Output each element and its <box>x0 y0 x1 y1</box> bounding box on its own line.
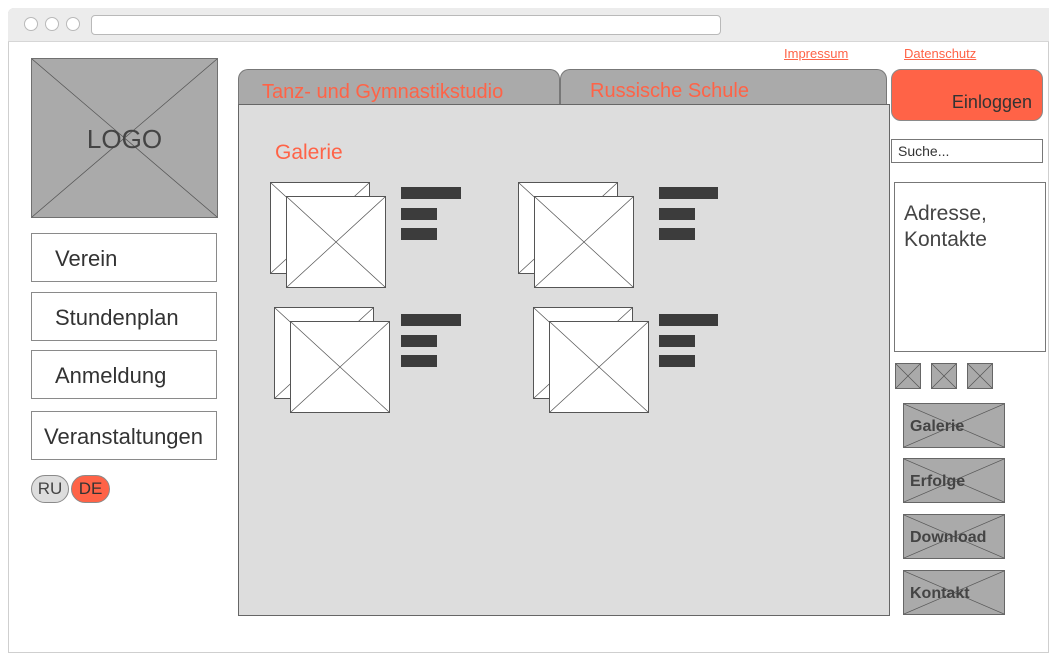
nav-stundenplan[interactable]: Stundenplan <box>31 292 217 341</box>
text-line-placeholder <box>659 335 695 347</box>
text-line-placeholder <box>401 335 437 347</box>
tab-russische-schule[interactable]: Russische Schule <box>560 69 887 105</box>
social-icon-1[interactable] <box>895 363 921 389</box>
window-maximize-button[interactable] <box>66 17 80 31</box>
sidebar-galerie-button[interactable]: Galerie <box>903 403 1005 448</box>
text-line-placeholder <box>659 187 718 199</box>
text-line-placeholder <box>659 355 695 367</box>
gallery-item[interactable] <box>274 307 391 414</box>
sidebar-erfolge-button[interactable]: Erfolge <box>903 458 1005 503</box>
window-close-button[interactable] <box>24 17 38 31</box>
text-line-placeholder <box>401 314 461 326</box>
sidebar-download-button[interactable]: Download <box>903 514 1005 559</box>
text-line-placeholder <box>401 187 461 199</box>
gallery-item[interactable] <box>533 307 650 414</box>
text-line-placeholder <box>659 208 695 220</box>
logo-text: LOGO <box>86 124 163 154</box>
social-icon-2[interactable] <box>931 363 957 389</box>
language-de-button[interactable]: DE <box>71 475 110 503</box>
text-line-placeholder <box>659 228 695 240</box>
text-line-placeholder <box>659 314 718 326</box>
image-placeholder <box>290 321 390 413</box>
window-minimize-button[interactable] <box>45 17 59 31</box>
image-placeholder <box>549 321 649 413</box>
text-line-placeholder <box>401 208 437 220</box>
gallery-item[interactable] <box>270 182 387 289</box>
address-contacts-box: Adresse, Kontakte <box>894 182 1046 352</box>
nav-anmeldung[interactable]: Anmeldung <box>31 350 217 399</box>
sidebar-galerie-label: Galerie <box>910 418 965 435</box>
language-ru-button[interactable]: RU <box>31 475 69 503</box>
impressum-link[interactable]: Impressum <box>784 46 848 61</box>
text-line-placeholder <box>401 355 437 367</box>
datenschutz-link[interactable]: Datenschutz <box>904 46 976 61</box>
tab-tanz-gymnastikstudio[interactable]: Tanz- und Gymnastikstudio <box>238 69 560 105</box>
sidebar-erfolge-label: Erfolge <box>910 473 966 490</box>
image-placeholder <box>286 196 386 288</box>
sidebar-kontakt-label: Kontakt <box>910 585 970 602</box>
gallery-item[interactable] <box>518 182 635 289</box>
login-button[interactable]: Einloggen <box>891 69 1043 121</box>
sidebar-download-label: Download <box>910 529 987 546</box>
nav-veranstaltungen[interactable]: Veranstaltungen <box>31 411 217 460</box>
social-icon-3[interactable] <box>967 363 993 389</box>
address-bar[interactable] <box>91 15 721 35</box>
search-input[interactable] <box>891 139 1043 163</box>
sidebar-kontakt-button[interactable]: Kontakt <box>903 570 1005 615</box>
page-title: Galerie <box>275 141 343 164</box>
nav-verein[interactable]: Verein <box>31 233 217 282</box>
text-line-placeholder <box>401 228 437 240</box>
image-placeholder <box>534 196 634 288</box>
